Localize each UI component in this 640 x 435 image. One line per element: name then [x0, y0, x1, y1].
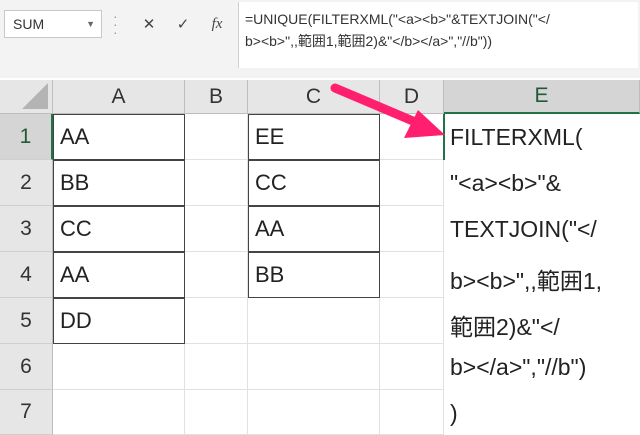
drag-handle-icon[interactable]: · · ·: [113, 9, 118, 39]
cell-e1-editor[interactable]: FILTERXML( "<a><b>"& TEXTJOIN("</ b><b>"…: [444, 114, 640, 435]
cell-d6[interactable]: [380, 344, 444, 390]
row-header-2[interactable]: 2: [0, 160, 53, 206]
cell-c5[interactable]: [248, 298, 380, 344]
cell-c4[interactable]: BB: [248, 252, 380, 298]
cell-b3[interactable]: [185, 206, 248, 252]
cell-c7[interactable]: [248, 390, 380, 435]
column-header-e[interactable]: E: [444, 80, 640, 114]
cell-d4[interactable]: [380, 252, 444, 298]
column-header-c[interactable]: C: [248, 80, 380, 114]
edit-line-6: b></a>","//b"): [450, 354, 587, 380]
edit-line-3: TEXTJOIN("</: [450, 216, 597, 242]
column-header-d[interactable]: D: [380, 80, 444, 114]
name-box-value: SUM: [13, 16, 45, 32]
insert-function-button[interactable]: fx: [204, 10, 230, 38]
cell-a4[interactable]: AA: [53, 252, 185, 298]
cell-c6[interactable]: [248, 344, 380, 390]
row-header-5[interactable]: 5: [0, 298, 53, 344]
formula-input[interactable]: =UNIQUE(FILTERXML("<a><b>"&TEXTJOIN("</ b…: [238, 2, 638, 68]
edit-line-2: "<a><b>"&: [450, 170, 561, 196]
cell-d1[interactable]: [380, 114, 444, 160]
cell-c1[interactable]: EE: [248, 114, 380, 160]
enter-button[interactable]: ✓: [170, 10, 196, 38]
cell-a3[interactable]: CC: [53, 206, 185, 252]
cell-b1[interactable]: [185, 114, 248, 160]
row-header-7[interactable]: 7: [0, 390, 53, 435]
cancel-button[interactable]: ✕: [136, 10, 162, 38]
cell-b2[interactable]: [185, 160, 248, 206]
cell-d2[interactable]: [380, 160, 444, 206]
cell-a1[interactable]: AA: [53, 114, 185, 160]
cell-a5[interactable]: DD: [53, 298, 185, 344]
formula-line-1: =UNIQUE(FILTERXML("<a><b>"&TEXTJOIN("</: [245, 11, 550, 27]
select-all-triangle-icon: [22, 83, 48, 109]
cell-a7[interactable]: [53, 390, 185, 435]
row-header-6[interactable]: 6: [0, 344, 53, 390]
select-all-button[interactable]: [0, 80, 53, 114]
cell-b7[interactable]: [185, 390, 248, 435]
formula-bar: SUM ▼ · · · ✕ ✓ fx =UNIQUE(FILTERXML("<a><…: [0, 0, 640, 78]
cell-d7[interactable]: [380, 390, 444, 435]
edit-line-1-text: FILTERXML(: [450, 124, 583, 150]
edit-line-1: FILTERXML(: [450, 124, 582, 151]
row-header-3[interactable]: 3: [0, 206, 53, 252]
chevron-down-icon[interactable]: ▼: [86, 19, 95, 29]
row-header-4[interactable]: 4: [0, 252, 53, 298]
cell-c3[interactable]: AA: [248, 206, 380, 252]
name-box[interactable]: SUM ▼: [4, 10, 102, 38]
active-cell-border: [443, 114, 445, 160]
cell-b6[interactable]: [185, 344, 248, 390]
cell-a2[interactable]: BB: [53, 160, 185, 206]
edit-line-5: 範囲2)&"</: [450, 314, 560, 340]
cell-a6[interactable]: [53, 344, 185, 390]
cell-b5[interactable]: [185, 298, 248, 344]
row-header-1[interactable]: 1: [0, 114, 53, 160]
column-header-b[interactable]: B: [185, 80, 248, 114]
edit-line-4: b><b>",,範囲1,: [450, 268, 603, 294]
cell-d5[interactable]: [380, 298, 444, 344]
cell-d3[interactable]: [380, 206, 444, 252]
column-header-a[interactable]: A: [53, 80, 185, 114]
formula-line-2: b><b>",,範囲1,範囲2)&"</b></a>","//b")): [245, 33, 493, 49]
edit-line-7: ): [450, 400, 458, 426]
cell-b4[interactable]: [185, 252, 248, 298]
cell-c2[interactable]: CC: [248, 160, 380, 206]
